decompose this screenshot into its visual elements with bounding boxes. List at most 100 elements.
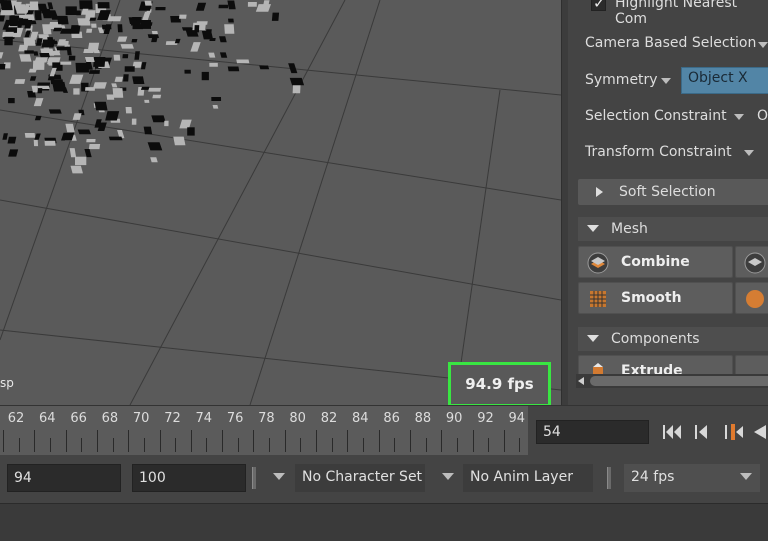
- panel-horizontal-scrollbar[interactable]: [576, 374, 768, 388]
- fps-readout: 94.9 fps: [465, 375, 534, 393]
- timeline-tick: [394, 438, 396, 452]
- timeline-tick: [81, 438, 83, 452]
- timeline-tick-label: 86: [383, 411, 400, 426]
- timeline-tick-label: 82: [320, 411, 338, 426]
- selection-constraint-value[interactable]: O: [757, 108, 768, 124]
- particle: [113, 54, 121, 61]
- symmetry-field[interactable]: Object X: [681, 67, 768, 94]
- particle: [140, 86, 150, 90]
- go-to-start-icon[interactable]: [662, 423, 684, 441]
- timeline-tick: [409, 430, 411, 452]
- particle: [73, 88, 80, 95]
- character-set-dropdown[interactable]: No Character Set: [295, 464, 425, 492]
- timeline-tick: [175, 438, 177, 452]
- particle: [108, 136, 123, 141]
- symmetry-label: Symmetry: [585, 72, 658, 88]
- particle: [76, 10, 81, 16]
- particle: [66, 46, 72, 56]
- command-line[interactable]: [0, 503, 768, 541]
- mesh-section-label: Mesh: [611, 221, 648, 237]
- particle: [111, 83, 118, 88]
- particle: [34, 10, 42, 21]
- current-frame-field[interactable]: 54: [536, 420, 649, 444]
- particle: [52, 81, 67, 92]
- timeline-tick: [159, 430, 161, 452]
- timeline-tick: [519, 438, 521, 452]
- timeline-tick-label: 88: [414, 411, 432, 426]
- particle: [106, 94, 115, 100]
- timeline-tick: [488, 438, 490, 452]
- particle: [201, 31, 214, 40]
- step-back-key-icon[interactable]: [694, 423, 710, 441]
- camera-based-selection-label[interactable]: Camera Based Selection: [585, 35, 756, 51]
- particle: [140, 62, 147, 70]
- timeline-tick: [316, 430, 317, 452]
- panel-splitter[interactable]: [561, 0, 568, 405]
- play-backwards-icon[interactable]: [752, 423, 768, 441]
- chevron-down-icon[interactable]: [758, 42, 768, 48]
- particle: [131, 118, 137, 125]
- smooth-button[interactable]: Smooth: [578, 282, 733, 314]
- particle: [84, 57, 95, 62]
- combine-button[interactable]: Combine: [578, 246, 733, 278]
- particle: [65, 6, 77, 16]
- playback-start-field[interactable]: 94: [7, 464, 121, 492]
- particle: [227, 0, 236, 10]
- chevron-down-icon[interactable]: [744, 150, 754, 156]
- particle: [107, 16, 122, 22]
- timeline-ruler[interactable]: 62 64 66 68 70 72 74 76 78 80 82 84 86 88 90 92 94: [0, 406, 528, 456]
- particle: [29, 1, 39, 11]
- particle: [91, 23, 97, 28]
- particle: [51, 51, 61, 56]
- particle: [87, 42, 100, 51]
- particle: [184, 69, 191, 74]
- particle: [247, 2, 257, 7]
- timeline-tick-label: 66: [70, 411, 87, 426]
- particle: [151, 115, 166, 123]
- particle: [131, 39, 138, 43]
- highlight-nearest-checkbox[interactable]: [591, 0, 606, 12]
- separate-button[interactable]: [735, 246, 768, 278]
- particle: [152, 94, 162, 99]
- particle: [48, 109, 62, 114]
- particle: [86, 28, 93, 33]
- timeline-tick: [3, 430, 4, 452]
- chevron-down-icon[interactable]: [273, 473, 285, 480]
- expand-arrow-icon: [596, 187, 603, 197]
- chevron-down-icon[interactable]: [740, 473, 752, 480]
- collapse-arrow-icon: [587, 335, 599, 342]
- anim-layer-dropdown[interactable]: No Anim Layer: [463, 464, 593, 492]
- mesh-section-header[interactable]: Mesh: [578, 217, 768, 241]
- step-back-frame-icon[interactable]: [724, 423, 744, 441]
- particle: [143, 126, 153, 135]
- soft-selection-label: Soft Selection: [619, 184, 716, 200]
- timeline-tick: [300, 438, 302, 452]
- particle: [224, 24, 235, 34]
- viewport-3d[interactable]: sp 94.9 fps: [0, 0, 561, 405]
- timeline-tick: [472, 430, 474, 452]
- particle: [86, 139, 96, 143]
- particle: [33, 51, 39, 56]
- chevron-down-icon[interactable]: [661, 78, 671, 84]
- particle: [72, 113, 82, 120]
- timeline-tick: [441, 430, 443, 452]
- particle: [70, 165, 83, 174]
- particle: [227, 66, 240, 72]
- playback-end-field[interactable]: 100: [132, 464, 246, 492]
- timeline-tick: [128, 430, 130, 452]
- particle: [124, 66, 135, 72]
- particle: [92, 82, 107, 89]
- components-section-header[interactable]: Components: [578, 327, 768, 351]
- particle: [105, 111, 120, 121]
- selection-constraint-label: Selection Constraint: [585, 108, 727, 124]
- scrollbar-thumb[interactable]: [590, 376, 768, 386]
- soft-selection-frame-header[interactable]: Soft Selection: [578, 179, 768, 205]
- sculpt-button[interactable]: [735, 282, 768, 314]
- chevron-down-icon[interactable]: [442, 473, 454, 480]
- particle: [125, 107, 133, 114]
- chevron-down-icon[interactable]: [734, 114, 744, 120]
- particle: [259, 65, 270, 70]
- timeline-tick: [34, 430, 36, 452]
- scroll-left-icon[interactable]: [578, 377, 584, 385]
- particle: [144, 99, 150, 103]
